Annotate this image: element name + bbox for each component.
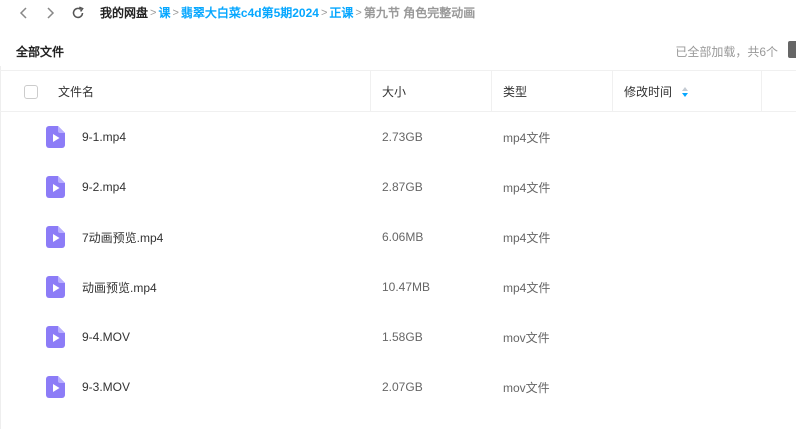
file-type: mp4文件 xyxy=(503,230,551,245)
refresh-icon xyxy=(72,6,84,18)
forward-button[interactable] xyxy=(40,3,60,23)
video-file-icon xyxy=(46,226,65,248)
file-name[interactable]: 7动画预览.mp4 xyxy=(82,212,163,262)
table-row[interactable]: 7动画预览.mp4 6.06MB mp4文件 xyxy=(0,212,796,262)
sort-arrows-icon[interactable] xyxy=(682,86,689,97)
file-type: mp4文件 xyxy=(503,130,551,145)
column-header-size[interactable]: 大小 xyxy=(382,71,406,112)
table-row[interactable]: 9-2.mp4 2.87GB mp4文件 xyxy=(0,162,796,212)
chevron-left-icon xyxy=(19,6,27,19)
breadcrumb-item-main-course[interactable]: 正课 xyxy=(329,4,353,21)
video-file-icon xyxy=(46,326,65,348)
table-row[interactable]: 动画预览.mp4 10.47MB mp4文件 xyxy=(0,262,796,312)
breadcrumb: 我的网盘 > 课 > 翡翠大白菜c4d第5期2024 > 正课 > 第九节 角色… xyxy=(100,4,475,21)
video-file-icon xyxy=(46,176,65,198)
file-icon-cell xyxy=(46,112,65,162)
file-list-header: 全部文件 已全部加载，共6个 xyxy=(0,34,796,66)
column-header-modified-label: 修改时间 xyxy=(624,85,673,99)
column-divider[interactable] xyxy=(612,71,613,112)
file-icon-cell xyxy=(46,212,65,262)
file-icon-cell xyxy=(46,162,65,212)
file-type: mov文件 xyxy=(503,330,550,345)
file-name[interactable]: 9-1.mp4 xyxy=(82,112,126,162)
breadcrumb-separator: > xyxy=(355,6,362,19)
file-name[interactable]: 动画预览.mp4 xyxy=(82,262,157,312)
file-type: mp4文件 xyxy=(503,180,551,195)
column-header-modified[interactable]: 修改时间 xyxy=(624,71,689,112)
file-name[interactable]: 9-3.MOV xyxy=(82,362,130,412)
table-row[interactable]: 9-3.MOV 2.07GB mov文件 xyxy=(0,362,796,412)
file-size: 6.06MB xyxy=(382,230,424,244)
load-status: 已全部加载，共6个 xyxy=(675,45,778,59)
file-name[interactable]: 9-2.mp4 xyxy=(82,162,126,212)
breadcrumb-separator: > xyxy=(320,6,328,19)
file-size: 10.47MB xyxy=(382,280,431,294)
table-row[interactable]: 9-1.mp4 2.73GB mp4文件 xyxy=(0,112,796,162)
column-divider[interactable] xyxy=(491,71,492,112)
page-title: 全部文件 xyxy=(16,45,65,59)
table-body: 9-1.mp4 2.73GB mp4文件 9-2.mp4 2.87GB mp4文… xyxy=(0,112,796,412)
breadcrumb-separator: > xyxy=(172,6,179,19)
table-header: 文件名 大小 类型 修改时间 xyxy=(0,70,796,112)
breadcrumb-root[interactable]: 我的网盘 xyxy=(100,4,148,21)
breadcrumb-item-course[interactable]: 课 xyxy=(158,4,170,21)
panel-edge-handle[interactable] xyxy=(788,41,796,58)
file-size: 2.73GB xyxy=(382,130,423,144)
file-type: mov文件 xyxy=(503,380,550,395)
select-all-cell xyxy=(24,71,38,112)
column-divider[interactable] xyxy=(761,71,762,112)
file-icon-cell xyxy=(46,262,65,312)
video-file-icon xyxy=(46,376,65,398)
column-divider[interactable] xyxy=(370,71,371,112)
file-icon-cell xyxy=(46,362,65,412)
breadcrumb-item-series[interactable]: 翡翠大白菜c4d第5期2024 xyxy=(181,4,319,21)
file-size: 2.07GB xyxy=(382,380,423,394)
file-name[interactable]: 9-4.MOV xyxy=(82,312,130,362)
file-size: 2.87GB xyxy=(382,180,423,194)
refresh-button[interactable] xyxy=(68,3,88,23)
file-type: mp4文件 xyxy=(503,280,551,295)
video-file-icon xyxy=(46,126,65,148)
navigation-bar: 我的网盘 > 课 > 翡翠大白菜c4d第5期2024 > 正课 > 第九节 角色… xyxy=(0,0,796,25)
select-all-checkbox[interactable] xyxy=(24,84,38,99)
file-size: 1.58GB xyxy=(382,330,423,344)
table-row[interactable]: 9-4.MOV 1.58GB mov文件 xyxy=(0,312,796,362)
breadcrumb-separator: > xyxy=(150,6,157,19)
breadcrumb-current: 第九节 角色完整动画 xyxy=(363,6,476,20)
column-header-type[interactable]: 类型 xyxy=(503,71,527,112)
video-file-icon xyxy=(46,276,65,298)
column-header-name[interactable]: 文件名 xyxy=(58,71,94,112)
file-icon-cell xyxy=(46,312,65,362)
file-table: 文件名 大小 类型 修改时间 9-1.mp4 2.73GB mp4文件 9-2.… xyxy=(0,70,796,412)
back-button[interactable] xyxy=(14,3,34,23)
chevron-right-icon xyxy=(47,6,55,19)
